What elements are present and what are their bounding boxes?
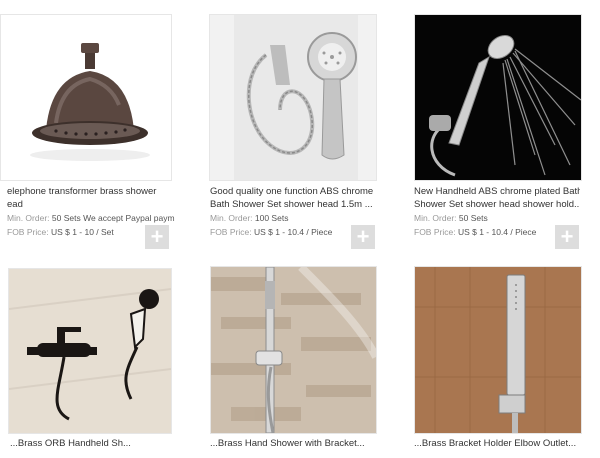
fob-price-label: FOB Price:	[7, 227, 49, 237]
fob-price-value: US $ 1 - 10.4 / Piece	[457, 227, 537, 237]
add-to-inquiry-button[interactable]: +	[145, 225, 169, 249]
product-title[interactable]: ...Brass Bracket Holder Elbow Outlet...	[414, 438, 580, 449]
product-image-rain-shower-head[interactable]	[0, 14, 172, 181]
product-title[interactable]: elephone transformer brass shower	[7, 185, 172, 198]
min-order-value: 100 Sets	[254, 213, 289, 223]
orb-mixer-icon	[9, 269, 171, 433]
fob-price-label: FOB Price:	[414, 227, 456, 237]
fob-price-value: US $ 1 - 10 / Set	[50, 227, 114, 237]
min-order: Min. Order: 100 Sets	[210, 212, 375, 224]
fob-price: FOB Price: US $ 1 - 10 / Set	[7, 226, 147, 238]
add-to-inquiry-button[interactable]: +	[555, 225, 579, 249]
min-order-label: Min. Order:	[7, 213, 50, 223]
handheld-shower-spray-icon	[415, 15, 581, 180]
fob-price: FOB Price: US $ 1 - 10.4 / Piece	[210, 226, 345, 238]
product-image-shower-set[interactable]	[209, 14, 377, 181]
product-title-line2[interactable]: Shower Set shower head shower hold...	[414, 198, 580, 211]
product-title-line2[interactable]: Bath Shower Set shower head 1.5m ...	[210, 198, 375, 211]
product-image-handheld-shower[interactable]	[414, 14, 582, 181]
bronze-shower-head-icon	[30, 43, 150, 161]
product-title[interactable]: ...Brass ORB Handheld Sh...	[10, 438, 170, 449]
square-hand-shower-icon	[415, 267, 581, 433]
min-order-value: 50 Sets	[458, 213, 488, 223]
fob-price: FOB Price: US $ 1 - 10.4 / Piece	[414, 226, 550, 238]
min-order-value: 50 Sets We accept Paypal paym...	[51, 213, 175, 223]
min-order-label: Min. Order:	[210, 213, 253, 223]
product-title[interactable]: Good quality one function ABS chrome	[210, 185, 375, 198]
product-image-shower-column[interactable]	[210, 266, 377, 434]
min-order-label: Min. Order:	[414, 213, 457, 223]
shower-set-icon	[234, 15, 358, 180]
product-image-orb-shower-mixer[interactable]	[8, 268, 172, 434]
product-image-square-hand-shower[interactable]	[414, 266, 582, 434]
shower-column-icon	[211, 267, 376, 433]
product-title[interactable]: ...Brass Hand Shower with Bracket...	[210, 438, 375, 449]
min-order: Min. Order: 50 Sets We accept Paypal pay…	[7, 212, 175, 224]
product-title-line2[interactable]: ead	[7, 198, 172, 211]
add-to-inquiry-button[interactable]: +	[351, 225, 375, 249]
min-order: Min. Order: 50 Sets	[414, 212, 580, 224]
product-title[interactable]: New Handheld ABS chrome plated Bath	[414, 185, 580, 198]
fob-price-value: US $ 1 - 10.4 / Piece	[253, 227, 333, 237]
fob-price-label: FOB Price:	[210, 227, 252, 237]
